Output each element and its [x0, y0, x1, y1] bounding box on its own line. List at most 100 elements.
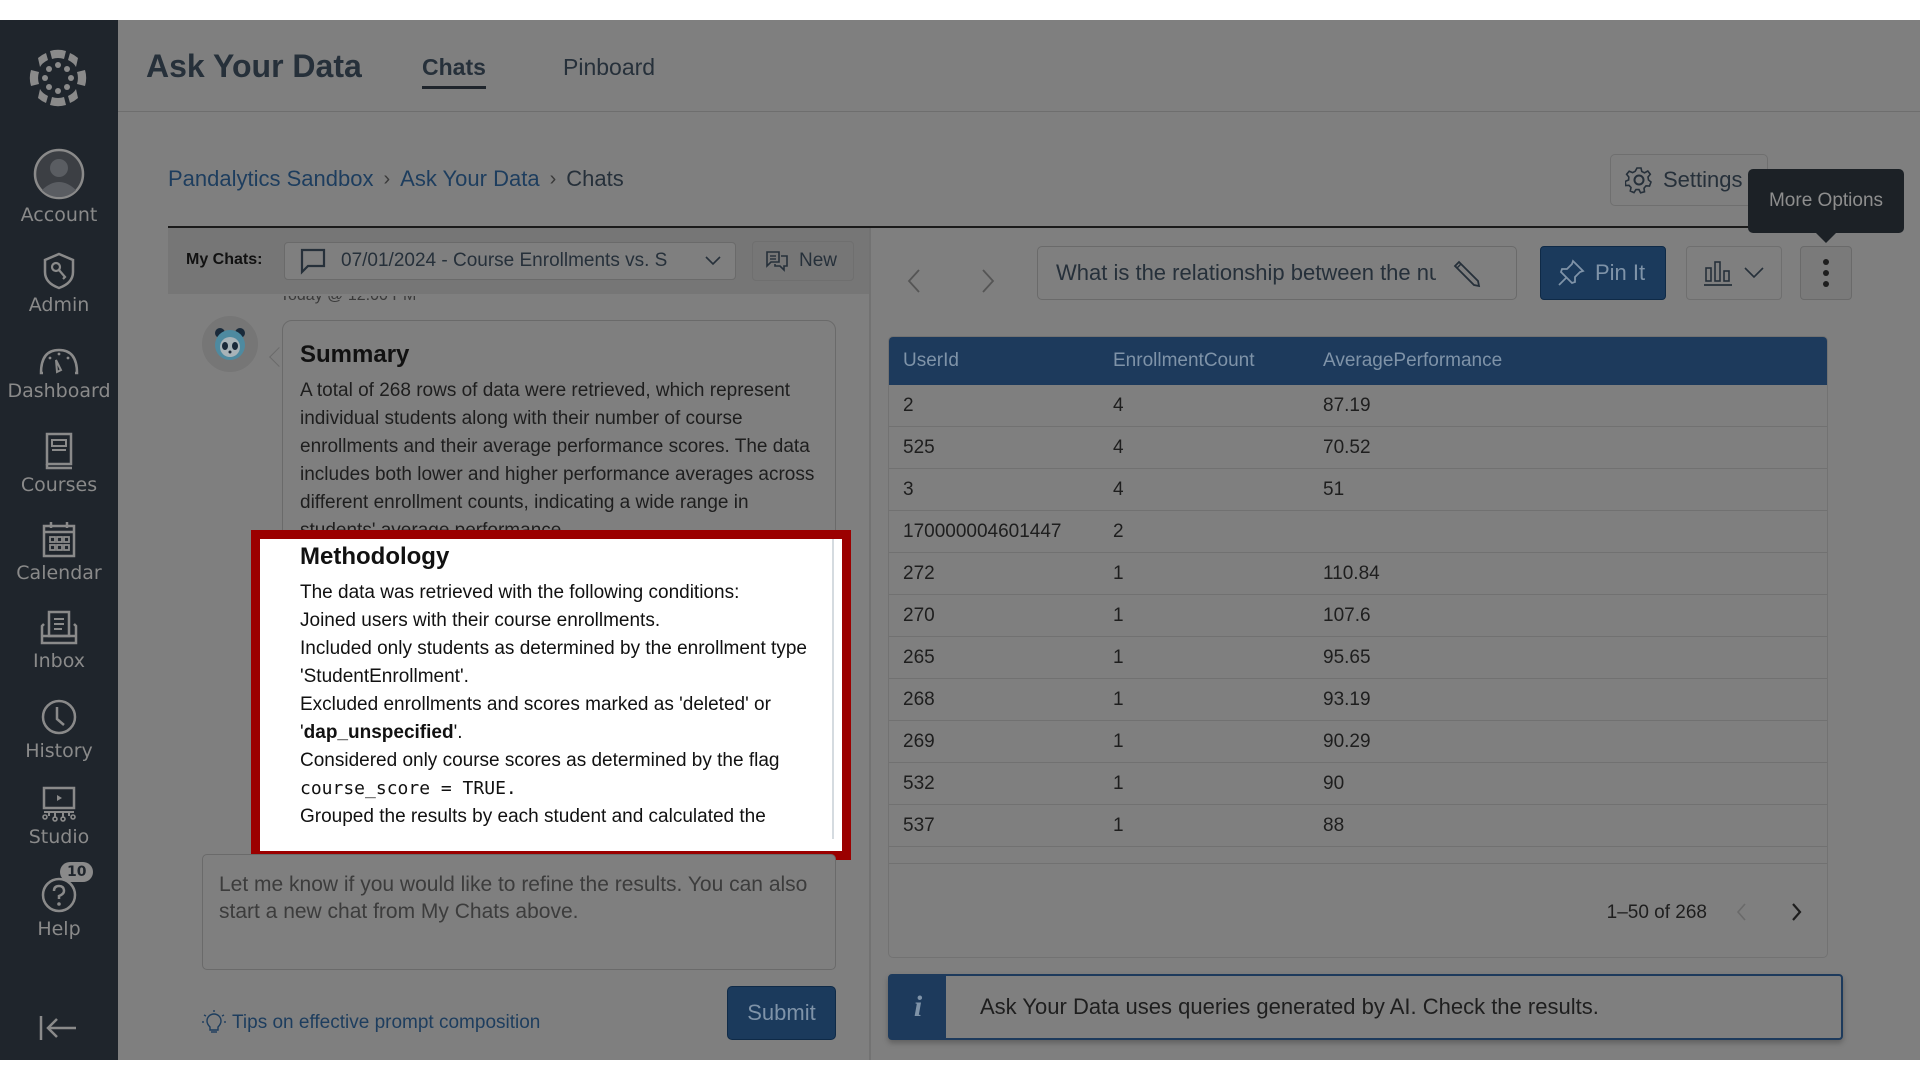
table-cell-userid: 3	[903, 478, 914, 500]
methodology-line: Included only students as determined by …	[300, 638, 807, 687]
table-cell-enrollmentcount: 4	[1113, 478, 1124, 500]
nav-calendar-label: Calendar	[16, 562, 102, 584]
table-header: UserId EnrollmentCount AveragePerformanc…	[889, 337, 1827, 385]
assistant-avatar	[202, 316, 258, 372]
table-row: 3 4 51	[889, 469, 1827, 511]
methodology-line: Considered only course scores as determi…	[300, 750, 780, 771]
tips-link[interactable]: Tips on effective prompt composition	[202, 1010, 540, 1036]
table-row: 265 1 95.65	[889, 637, 1827, 679]
table-row: 272 1 110.84	[889, 553, 1827, 595]
chevron-down-icon	[705, 256, 721, 266]
tab-pinboard[interactable]: Pinboard	[563, 54, 655, 81]
pin-it-button[interactable]: Pin It	[1540, 246, 1666, 300]
nav-help[interactable]: 10 Help	[0, 862, 118, 940]
table-cell-enrollmentcount: 1	[1113, 562, 1124, 584]
pencil-edit-icon[interactable]	[1450, 257, 1482, 289]
table-row: 268 1 93.19	[889, 679, 1827, 721]
previous-question-button[interactable]	[906, 268, 922, 299]
chart-type-dropdown[interactable]	[1686, 246, 1782, 300]
table-body: 2 4 87.19 525 4 70.52 3 4 51 170000004601447 2 272 1…	[889, 385, 1827, 863]
previous-page-button[interactable]	[1735, 902, 1747, 927]
courses-book-icon	[45, 432, 73, 470]
question-text: What is the relationship between the num…	[1056, 260, 1436, 285]
methodology-section: Methodology The data was retrieved with …	[300, 543, 820, 831]
prompt-input[interactable]: Let me know if you would like to refine …	[202, 854, 836, 970]
table-row: 270 1 107.6	[889, 595, 1827, 637]
nav-dashboard-label: Dashboard	[7, 380, 111, 402]
breadcrumb-link-sandbox[interactable]: Pandalytics Sandbox	[168, 166, 373, 192]
table-cell-userid: 272	[903, 562, 935, 584]
table-row	[889, 847, 1827, 863]
nav-history[interactable]: History	[0, 698, 118, 762]
chevron-down-icon	[1744, 267, 1764, 279]
summary-title: Summary	[300, 341, 410, 368]
table-cell-userid: 525	[903, 436, 935, 458]
tab-chats[interactable]: Chats	[422, 54, 486, 89]
table-cell-averageperformance: 93.19	[1323, 688, 1371, 710]
ai-disclaimer-banner: i Ask Your Data uses queries generated b…	[888, 974, 1843, 1040]
nav-admin-label: Admin	[28, 294, 90, 316]
nav-dashboard[interactable]: Dashboard	[0, 346, 118, 402]
table-row: 170000004601447 2	[889, 511, 1827, 553]
my-chats-bar: My Chats: 07/01/2024 - Course Enrollment…	[168, 228, 870, 294]
column-header-userid[interactable]: UserId	[889, 350, 1099, 372]
panel-divider	[869, 228, 871, 1060]
table-cell-averageperformance: 90.29	[1323, 730, 1371, 752]
message-timestamp: Today @ 12:00 PM	[280, 296, 416, 306]
app-title: Ask Your Data	[146, 48, 362, 84]
nav-account-label: Account	[20, 204, 98, 226]
new-chat-label: New	[799, 250, 838, 271]
next-page-button[interactable]	[1791, 902, 1803, 927]
nav-courses-label: Courses	[20, 474, 98, 496]
nav-studio[interactable]: Studio	[0, 786, 118, 848]
new-chat-button[interactable]: New	[752, 241, 854, 281]
table-cell-averageperformance: 70.52	[1323, 436, 1371, 458]
app-screen: Account Admin Dashboard Courses Calendar…	[0, 20, 1920, 1060]
nav-calendar[interactable]: Calendar	[0, 520, 118, 584]
methodology-line-part: Excluded enrollments and scores marked a…	[300, 694, 771, 715]
submit-button[interactable]: Submit	[727, 986, 836, 1040]
inbox-icon	[40, 610, 78, 645]
table-cell-averageperformance: 90	[1323, 772, 1345, 794]
settings-label: Settings	[1663, 167, 1743, 192]
breadcrumb-link-ask-your-data[interactable]: Ask Your Data	[400, 166, 539, 192]
table-cell-enrollmentcount: 4	[1113, 436, 1124, 458]
banner-text: Ask Your Data uses queries generated by …	[980, 994, 1599, 1019]
table-cell-averageperformance: 88	[1323, 814, 1345, 836]
gear-icon	[1625, 167, 1652, 194]
message-scrollbar[interactable]	[832, 539, 834, 839]
table-cell-averageperformance: 95.65	[1323, 646, 1371, 668]
tips-label: Tips on effective prompt composition	[232, 1012, 541, 1033]
nav-account[interactable]: Account	[0, 148, 118, 226]
nav-admin[interactable]: Admin	[0, 252, 118, 316]
methodology-line: Grouped the results by each student and …	[300, 806, 766, 827]
table-cell-averageperformance: 87.19	[1323, 394, 1371, 416]
table-cell-averageperformance: 110.84	[1323, 562, 1380, 584]
breadcrumb: Pandalytics Sandbox › Ask Your Data › Ch…	[168, 166, 624, 192]
table-cell-userid: 170000004601447	[903, 520, 1062, 542]
more-options-button[interactable]	[1800, 246, 1852, 300]
calendar-icon	[42, 522, 76, 558]
table-row: 532 1 90	[889, 763, 1827, 805]
column-header-averageperformance[interactable]: AveragePerformance	[1309, 350, 1502, 372]
table-cell-userid: 2	[903, 394, 914, 416]
chevron-left-icon	[907, 269, 920, 293]
summary-section: Summary A total of 268 rows of data were…	[300, 341, 820, 545]
next-question-button[interactable]	[980, 268, 996, 299]
canvas-logo-icon[interactable]	[28, 48, 88, 108]
kebab-menu-icon	[1823, 259, 1829, 287]
nav-inbox[interactable]: Inbox	[0, 610, 118, 672]
table-cell-enrollmentcount: 1	[1113, 772, 1124, 794]
question-field[interactable]: What is the relationship between the num…	[1037, 246, 1517, 300]
nav-courses[interactable]: Courses	[0, 432, 118, 496]
chat-select-dropdown[interactable]: 07/01/2024 - Course Enrollments vs. S	[284, 242, 736, 280]
help-badge: 10	[60, 862, 94, 882]
methodology-line: Excluded enrollments and scores marked a…	[300, 694, 771, 743]
nav-help-label: Help	[37, 918, 81, 940]
methodology-code: course_score = TRUE.	[300, 778, 517, 799]
chat-select-value: 07/01/2024 - Course Enrollments vs. S	[341, 250, 668, 271]
table-row: 269 1 90.29	[889, 721, 1827, 763]
collapse-nav-button[interactable]	[38, 1013, 78, 1048]
column-header-enrollmentcount[interactable]: EnrollmentCount	[1099, 350, 1309, 372]
settings-button[interactable]: Settings	[1610, 154, 1768, 206]
